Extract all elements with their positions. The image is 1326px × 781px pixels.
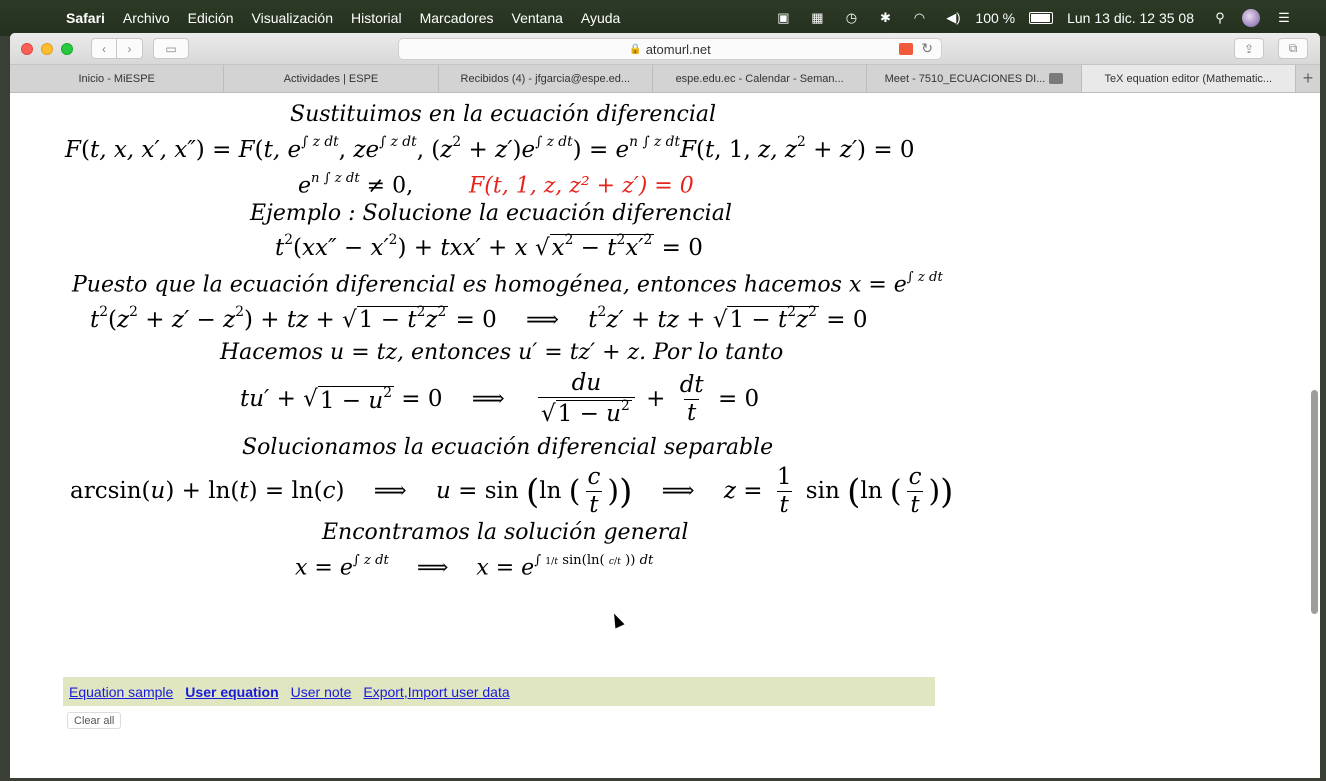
tab-bar: Inicio - MiESPE Actividades | ESPE Recib…: [10, 65, 1320, 93]
wifi-icon[interactable]: ◠: [907, 9, 931, 27]
equation-line-13: x = e∫ z dt ⟹ x = e∫ 1/t sin(ln( c/t )) …: [295, 553, 654, 581]
equation-line-10: Solucionamos la ecuación diferencial sep…: [242, 435, 774, 460]
share-button[interactable]: ⇪: [1234, 38, 1264, 59]
volume-icon[interactable]: ◀): [941, 9, 965, 27]
tab-label: espe.edu.ec - Calendar - Seman...: [675, 72, 844, 85]
tab-meet[interactable]: Meet - 7510_ECUACIONES DI...: [867, 65, 1082, 92]
user-note-link[interactable]: User note: [291, 684, 352, 700]
macos-menu-bar: Safari Archivo Edición Visualización His…: [0, 0, 1326, 36]
menu-archivo[interactable]: Archivo: [123, 10, 170, 26]
address-bar[interactable]: 🔒 atomurl.net ↻: [398, 38, 942, 60]
equation-line-6: Puesto que la ecuación diferencial es ho…: [72, 270, 943, 298]
menu-app-name[interactable]: Safari: [66, 10, 105, 26]
homogeneous-sentence: Puesto que la ecuación diferencial es ho…: [72, 272, 907, 298]
equation-line-12: Encontramos la solución general: [322, 520, 689, 545]
tab-media-icon[interactable]: [899, 43, 913, 55]
editor-tab-links: Equation sample User equation User note …: [63, 677, 935, 706]
calendar-status-icon[interactable]: ▦: [805, 9, 829, 27]
minimize-window-button[interactable]: [41, 42, 53, 55]
equation-sample-link[interactable]: Equation sample: [69, 684, 173, 700]
tab-actividades-espe[interactable]: Actividades | ESPE: [224, 65, 439, 92]
window-controls: [21, 42, 81, 55]
clock[interactable]: Lun 13 dic. 12 35 08: [1067, 10, 1194, 26]
back-button[interactable]: ‹: [91, 38, 117, 59]
menu-historial[interactable]: Historial: [351, 10, 402, 26]
tab-label: Actividades | ESPE: [283, 72, 379, 85]
siri-icon[interactable]: [1242, 9, 1260, 27]
zoom-window-button[interactable]: [61, 42, 73, 55]
lock-icon: 🔒: [629, 43, 642, 55]
battery-percent: 100 %: [975, 10, 1016, 26]
tab-label: Meet - 7510_ECUACIONES DI...: [884, 72, 1046, 85]
url-text: atomurl.net: [645, 41, 711, 57]
equation-line-5: t2(xx″ − x′2) + txx′ + x √x2 − t2x′2 = 0: [275, 232, 703, 262]
notification-center-icon[interactable]: ☰: [1272, 9, 1296, 27]
mouse-cursor: [609, 611, 625, 629]
show-all-tabs-button[interactable]: ⧉: [1278, 38, 1308, 59]
audio-playing-icon[interactable]: [1049, 73, 1064, 84]
equation-line-9: tu′ + √ 1 − u2 = 0 ⟹ du √1 − u2 + dt t = 0: [240, 370, 760, 428]
time-machine-icon[interactable]: ◷: [839, 9, 863, 27]
clear-all-button[interactable]: Clear all: [67, 712, 122, 729]
tab-label: TeX equation editor (Mathematic...: [1104, 72, 1273, 85]
menu-marcadores[interactable]: Marcadores: [420, 10, 494, 26]
equation-line-8: Hacemos u = tz, entonces u′ = tz′ + z. P…: [220, 340, 784, 365]
equation-line-2: F(t, x, x′, x″) = F(t, e∫ z dt, ze∫ z dt…: [65, 134, 915, 164]
tab-inicio-miespe[interactable]: Inicio - MiESPE: [10, 65, 225, 92]
equation-line-3: en ∫ z dt ≠ 0, F(t, 1, z, z² + z′) = 0: [298, 171, 694, 199]
forward-button[interactable]: ›: [117, 38, 143, 59]
equation-line-4: Ejemplo : Solucione la ecuación diferenc…: [250, 201, 732, 226]
menu-ventana[interactable]: Ventana: [512, 10, 563, 26]
tab-tex-equation-editor[interactable]: TeX equation editor (Mathematic...: [1081, 65, 1296, 92]
bluetooth-icon[interactable]: ✱: [873, 9, 897, 27]
tab-label: Inicio - MiESPE: [78, 72, 155, 85]
equation-line-11: arcsin(u) + ln(t) = ln(c) ⟹ u = sin (ln …: [70, 464, 954, 518]
menu-edicion[interactable]: Edición: [188, 10, 234, 26]
export-import-link[interactable]: Export,Import user data: [363, 684, 509, 700]
battery-icon[interactable]: [1029, 12, 1054, 24]
tab-label: Recibidos (4) - jfgarcia@espe.ed...: [460, 72, 631, 85]
menu-ayuda[interactable]: Ayuda: [581, 10, 620, 26]
reload-icon[interactable]: ↻: [921, 40, 933, 57]
menu-visualizacion[interactable]: Visualización: [252, 10, 333, 26]
red-condition: F(t, 1, z, z² + z′) = 0: [469, 173, 694, 199]
close-window-button[interactable]: [21, 42, 33, 55]
history-nav: ‹ ›: [91, 38, 143, 59]
page-content: Sustituimos en la ecuación diferencial F…: [10, 94, 1320, 778]
tab-recibidos[interactable]: Recibidos (4) - jfgarcia@espe.ed...: [439, 65, 653, 92]
equation-line-1: Sustituimos en la ecuación diferencial: [290, 102, 717, 127]
sidebar-toggle-button[interactable]: ▭: [153, 38, 189, 59]
tab-calendar[interactable]: espe.edu.ec - Calendar - Seman...: [653, 65, 868, 92]
spotlight-search-icon[interactable]: ⚲: [1208, 9, 1232, 27]
new-tab-button[interactable]: +: [1296, 65, 1320, 92]
vertical-scrollbar[interactable]: [1311, 390, 1318, 614]
equation-line-7: t2(z2 + z′ − z2) + tz + √1 − t2z2 = 0 ⟹ …: [90, 304, 868, 334]
safari-window: ‹ › ▭ 🔒 atomurl.net ↻ ⇪ ⧉ Inicio - MiESP…: [10, 33, 1320, 778]
user-equation-link[interactable]: User equation: [185, 684, 278, 700]
tabs-status-icon[interactable]: ▣: [771, 9, 795, 27]
browser-toolbar: ‹ › ▭ 🔒 atomurl.net ↻ ⇪ ⧉: [10, 33, 1320, 65]
